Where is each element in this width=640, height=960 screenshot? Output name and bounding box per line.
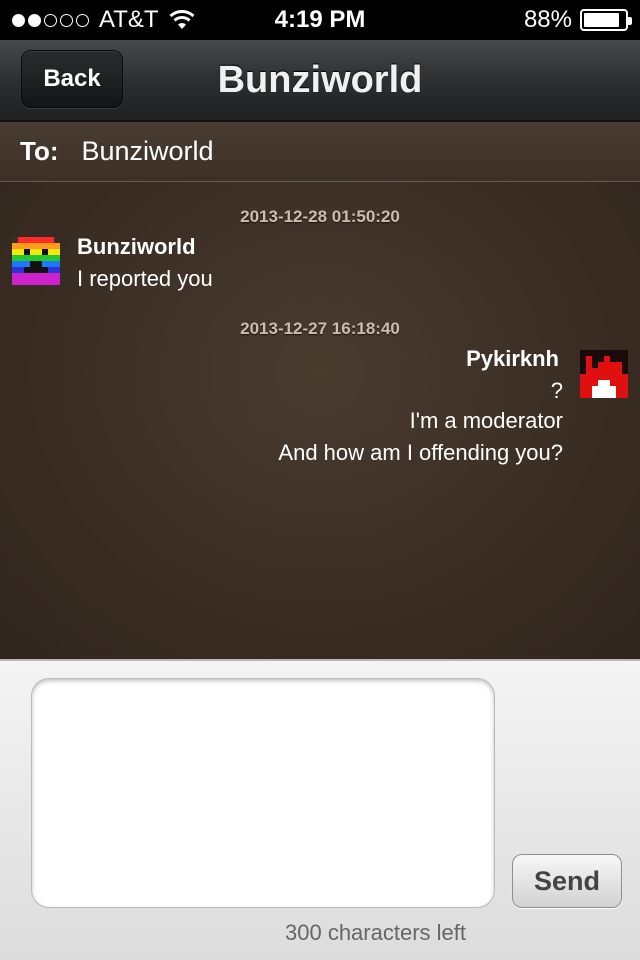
message-text: And how am I offending you? bbox=[278, 440, 563, 465]
message-input[interactable] bbox=[31, 678, 495, 908]
message-text: I reported you bbox=[77, 266, 213, 291]
back-button[interactable]: Back bbox=[21, 50, 123, 108]
message-sender: Pykirknh bbox=[466, 346, 559, 371]
status-bar: AT&T 4:19 PM 88% bbox=[0, 0, 640, 40]
battery-percentage: 88% bbox=[523, 6, 572, 33]
user-avatar-pykirknh[interactable] bbox=[580, 350, 628, 398]
send-button[interactable]: Send bbox=[512, 854, 622, 908]
page-title: Bunziworld bbox=[217, 59, 423, 101]
user-avatar-bunziworld[interactable] bbox=[12, 237, 60, 285]
compose-area: Send 300 characters left bbox=[0, 659, 640, 960]
message-text: ? bbox=[550, 378, 563, 403]
message-text: I'm a moderator bbox=[409, 408, 563, 433]
to-label: To: bbox=[20, 136, 59, 166]
message-sender: Bunziworld bbox=[77, 234, 196, 259]
characters-left: 300 characters left bbox=[285, 920, 466, 945]
recipient-name: Bunziworld bbox=[81, 136, 214, 166]
status-right: 88% bbox=[523, 6, 632, 34]
recipient-bar: To: Bunziworld bbox=[0, 122, 640, 182]
battery-tip bbox=[628, 17, 632, 25]
battery-fill bbox=[584, 13, 619, 27]
battery-icon bbox=[580, 9, 632, 31]
conversation-area[interactable]: 2013-12-28 01:50:20 Bunziworld I reporte… bbox=[0, 182, 640, 659]
navigation-bar: Back Bunziworld bbox=[0, 40, 640, 122]
message-timestamp: 2013-12-27 16:18:40 bbox=[240, 319, 400, 338]
message-timestamp: 2013-12-28 01:50:20 bbox=[240, 207, 400, 226]
